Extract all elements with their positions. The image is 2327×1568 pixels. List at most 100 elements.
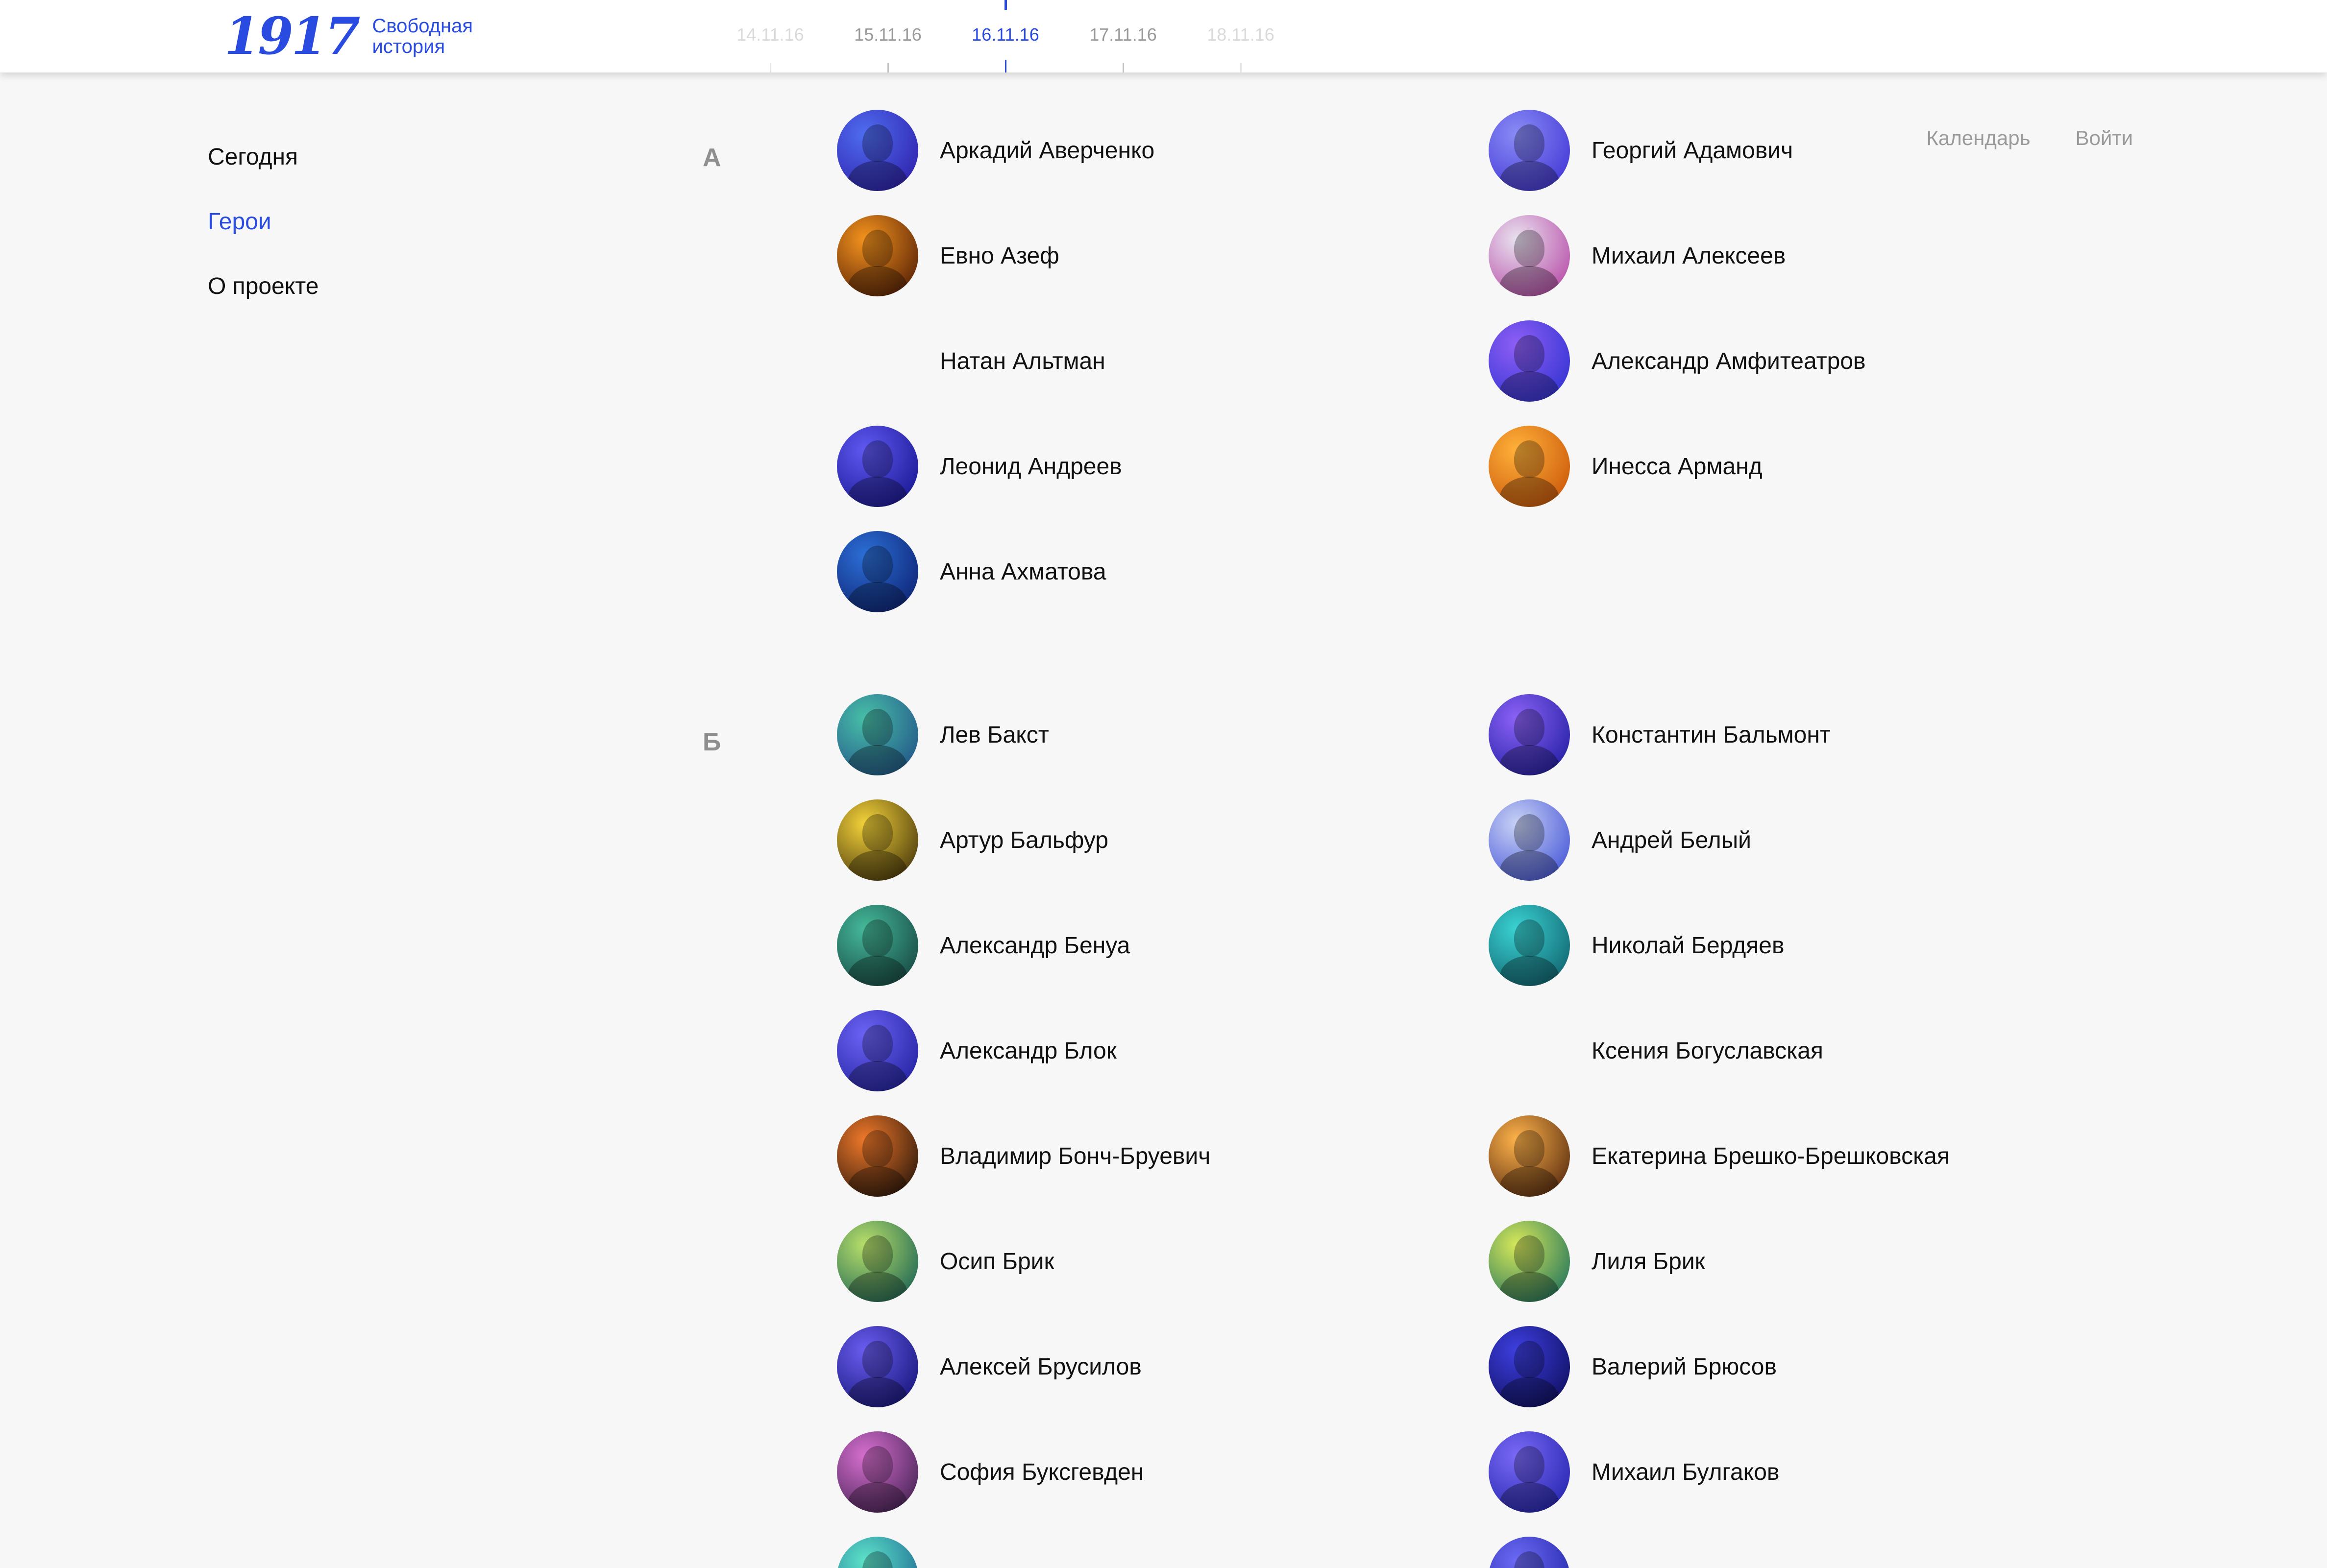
- hero-name: Артур Бальфур: [940, 827, 1108, 853]
- timeline-date[interactable]: 16.11.16: [947, 24, 1064, 45]
- hero-avatar: [1489, 110, 1570, 191]
- logo-line-1: Свободная: [372, 15, 473, 37]
- hero-name: Александр Амфитеатров: [1592, 348, 1866, 374]
- hero-name: Евно Азеф: [940, 242, 1059, 269]
- hero-item[interactable]: Екатерина Брешко-Брешковская: [1489, 1115, 2140, 1197]
- hero-avatar: [837, 1431, 918, 1513]
- hero-item[interactable]: [1489, 1537, 2140, 1568]
- timeline-tick: [770, 63, 771, 72]
- hero-avatar: [1489, 905, 1570, 986]
- hero-avatar: [837, 1326, 918, 1407]
- hero-avatar: [1489, 215, 1570, 296]
- hero-item[interactable]: Артур Бальфур: [837, 799, 1489, 881]
- hero-avatar: [837, 1115, 918, 1197]
- timeline-date[interactable]: 15.11.16: [829, 24, 947, 45]
- hero-avatar: [1489, 1010, 1570, 1091]
- hero-avatar: [837, 905, 918, 986]
- hero-item[interactable]: Александр Бенуа: [837, 905, 1489, 986]
- timeline-date[interactable]: 17.11.16: [1064, 24, 1182, 45]
- hero-avatar: [1489, 1115, 1570, 1197]
- heroes-grid: Аркадий Аверченко Георгий Адамович Евно Аз…: [837, 110, 2140, 636]
- hero-item[interactable]: Андрей Белый: [1489, 799, 2140, 881]
- hero-item[interactable]: [837, 1537, 1489, 1568]
- timeline-tick: [887, 63, 889, 72]
- timeline-tick: [1240, 63, 1242, 72]
- hero-avatar: [837, 320, 918, 402]
- hero-item[interactable]: Михаил Булгаков: [1489, 1431, 2140, 1513]
- logo-line-2: история: [372, 36, 445, 57]
- hero-avatar: [1489, 1221, 1570, 1302]
- hero-item[interactable]: Инесса Арманд: [1489, 426, 2140, 507]
- hero-name: Владимир Бонч-Бруевич: [940, 1143, 1211, 1169]
- nav-item-today[interactable]: Сегодня: [208, 142, 318, 207]
- section-letter: Б: [703, 728, 721, 756]
- site-header: 1917 Свободная история 14.11.16 15.11.16 1…: [0, 0, 2327, 72]
- hero-avatar: [837, 694, 918, 775]
- hero-name: Ксения Богуславская: [1592, 1037, 1823, 1064]
- hero-avatar: [837, 1010, 918, 1091]
- hero-name: Александр Блок: [940, 1037, 1117, 1064]
- side-navigation: Сегодня Герои О проекте: [208, 142, 318, 336]
- hero-item[interactable]: Лиля Брик: [1489, 1221, 2140, 1302]
- hero-name: Константин Бальмонт: [1592, 722, 1831, 748]
- hero-item[interactable]: Георгий Адамович: [1489, 110, 2140, 191]
- hero-item[interactable]: Осип Брик: [837, 1221, 1489, 1302]
- hero-name: Николай Бердяев: [1592, 932, 1785, 959]
- hero-name: Лиля Брик: [1592, 1248, 1705, 1275]
- hero-item[interactable]: Евно Азеф: [837, 215, 1489, 296]
- hero-item[interactable]: Константин Бальмонт: [1489, 694, 2140, 775]
- hero-item[interactable]: Леонид Андреев: [837, 426, 1489, 507]
- hero-avatar: [1489, 1537, 1570, 1568]
- logo-text: Свободная история: [372, 16, 473, 57]
- hero-avatar: [1489, 1431, 1570, 1513]
- nav-item-heroes[interactable]: Герои: [208, 207, 318, 271]
- hero-name: Георгий Адамович: [1592, 137, 1793, 164]
- hero-name: София Буксгевден: [940, 1459, 1144, 1485]
- hero-name: Алексей Брусилов: [940, 1353, 1142, 1380]
- hero-item[interactable]: Михаил Алексеев: [1489, 215, 2140, 296]
- hero-avatar: [837, 1221, 918, 1302]
- date-timeline: 14.11.16 15.11.16 16.11.16 17.11.16 18.11.16: [676, 0, 1323, 72]
- hero-item[interactable]: София Буксгевден: [837, 1431, 1489, 1513]
- nav-item-about[interactable]: О проекте: [208, 271, 318, 336]
- hero-item[interactable]: Анна Ахматова: [837, 531, 1489, 612]
- hero-avatar: [837, 1537, 918, 1568]
- hero-name: Леонид Андреев: [940, 453, 1122, 480]
- hero-item[interactable]: Алексей Брусилов: [837, 1326, 1489, 1407]
- hero-item[interactable]: Александр Амфитеатров: [1489, 320, 2140, 402]
- page: 1917 Свободная история 14.11.16 15.11.16 1…: [0, 0, 2327, 1568]
- hero-name: Лев Бакст: [940, 722, 1049, 748]
- timeline-tick: [1005, 60, 1006, 72]
- hero-item[interactable]: Валерий Брюсов: [1489, 1326, 2140, 1407]
- timeline-tick: [1123, 63, 1124, 72]
- hero-name: Натан Альтман: [940, 348, 1105, 374]
- timeline-date[interactable]: 14.11.16: [711, 24, 829, 45]
- hero-name: Осип Брик: [940, 1248, 1054, 1275]
- hero-avatar: [837, 215, 918, 296]
- site-logo[interactable]: 1917 Свободная история: [224, 9, 473, 64]
- hero-item[interactable]: Лев Бакст: [837, 694, 1489, 775]
- hero-item[interactable]: Натан Альтман: [837, 320, 1489, 402]
- hero-name: Валерий Брюсов: [1592, 1353, 1777, 1380]
- hero-item[interactable]: Аркадий Аверченко: [837, 110, 1489, 191]
- hero-item[interactable]: Ксения Богуславская: [1489, 1010, 2140, 1091]
- hero-avatar: [1489, 320, 1570, 402]
- hero-item[interactable]: Александр Блок: [837, 1010, 1489, 1091]
- hero-avatar: [1489, 694, 1570, 775]
- hero-name: Екатерина Брешко-Брешковская: [1592, 1143, 1950, 1169]
- hero-name: Александр Бенуа: [940, 932, 1130, 959]
- logo-mark: 1917: [224, 6, 360, 66]
- hero-avatar: [1489, 1326, 1570, 1407]
- hero-avatar: [837, 531, 918, 612]
- hero-item[interactable]: Николай Бердяев: [1489, 905, 2140, 986]
- hero-avatar: [1489, 799, 1570, 881]
- hero-item[interactable]: Владимир Бонч-Бруевич: [837, 1115, 1489, 1197]
- hero-name: Андрей Белый: [1592, 827, 1751, 853]
- heroes-grid: Лев Бакст Константин Бальмонт Артур Бальфу…: [837, 694, 2140, 1568]
- hero-avatar: [1489, 426, 1570, 507]
- timeline-date[interactable]: 18.11.16: [1182, 24, 1299, 45]
- hero-name: Михаил Алексеев: [1592, 242, 1786, 269]
- hero-avatar: [837, 110, 918, 191]
- hero-avatar: [837, 426, 918, 507]
- hero-name: Михаил Булгаков: [1592, 1459, 1780, 1485]
